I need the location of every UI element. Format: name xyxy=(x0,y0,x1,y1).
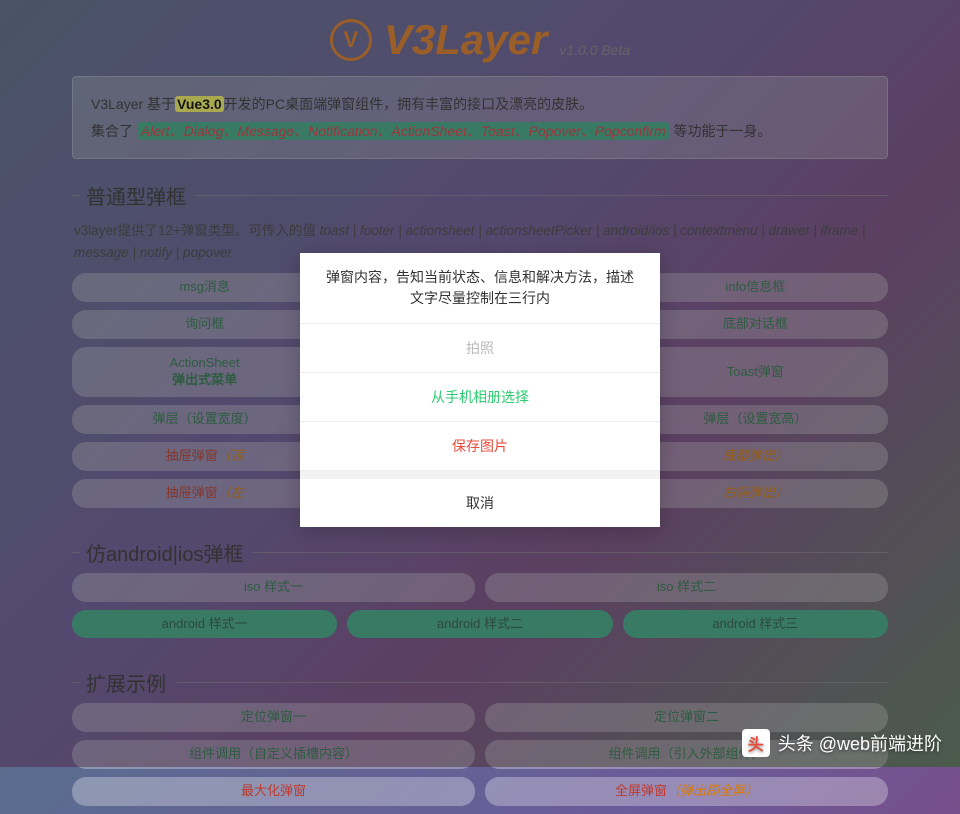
btn-fullscreen[interactable]: 全屏弹窗（弹出即全屏） xyxy=(485,777,888,806)
actionsheet: 弹窗内容，告知当前状态、信息和解决方法，描述文字尽量控制在三行内 拍照 从手机相… xyxy=(300,253,660,527)
sheet-item-album[interactable]: 从手机相册选择 xyxy=(300,373,660,422)
watermark-icon: 头 xyxy=(742,729,770,757)
modal-overlay[interactable]: 弹窗内容，告知当前状态、信息和解决方法，描述文字尽量控制在三行内 拍照 从手机相… xyxy=(0,0,960,767)
sheet-gap xyxy=(300,471,660,479)
sheet-item-photo[interactable]: 拍照 xyxy=(300,324,660,373)
sheet-cancel[interactable]: 取消 xyxy=(300,479,660,527)
btn-maximize[interactable]: 最大化弹窗 xyxy=(72,777,475,806)
watermark: 头 头条 @web前端进阶 xyxy=(742,729,942,757)
actionsheet-header: 弹窗内容，告知当前状态、信息和解决方法，描述文字尽量控制在三行内 xyxy=(300,253,660,324)
sheet-item-save[interactable]: 保存图片 xyxy=(300,422,660,471)
watermark-text: 头条 @web前端进阶 xyxy=(778,730,942,756)
